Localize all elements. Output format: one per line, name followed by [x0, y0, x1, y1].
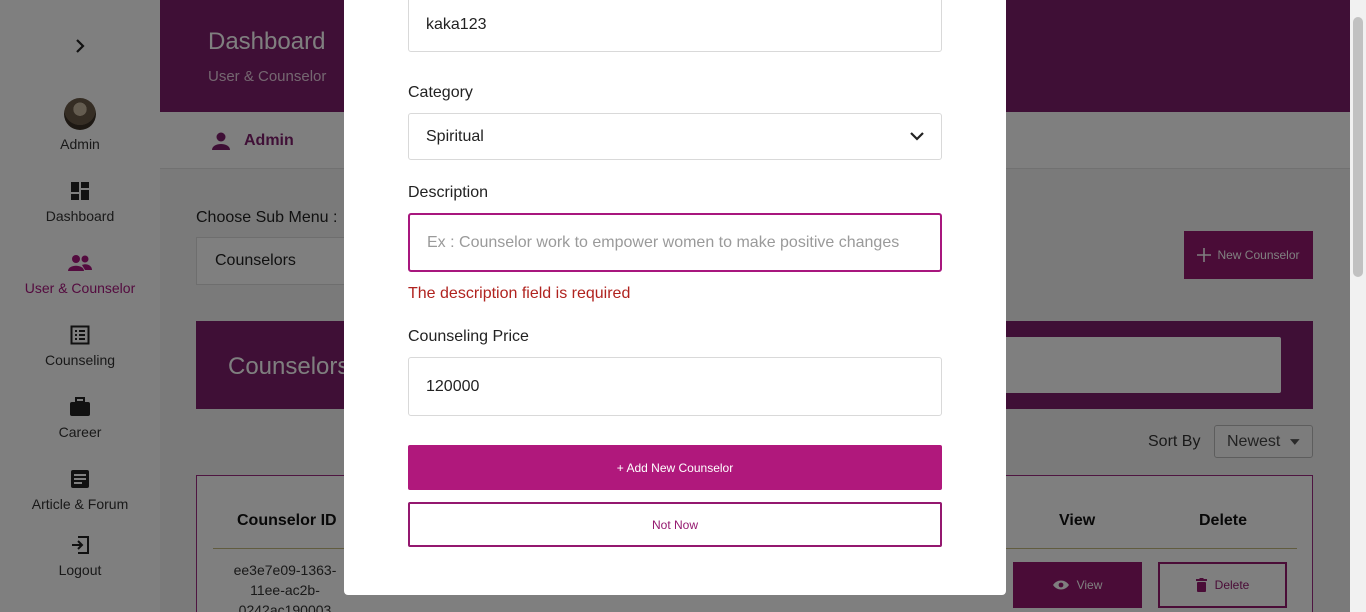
description-label: Description	[408, 184, 489, 201]
add-new-counselor-button[interactable]: + Add New Counselor	[408, 445, 942, 490]
not-now-button[interactable]: Not Now	[408, 502, 942, 547]
username-field[interactable]: kaka123	[408, 0, 942, 52]
description-field[interactable]: Ex : Counselor work to empower women to …	[408, 213, 942, 272]
price-value: 120000	[426, 377, 480, 395]
username-value: kaka123	[426, 16, 487, 33]
price-label: Counseling Price	[408, 328, 529, 345]
description-error: The description field is required	[408, 285, 631, 302]
scrollbar-thumb[interactable]	[1353, 17, 1363, 277]
category-select[interactable]: Spiritual	[408, 113, 942, 160]
add-counselor-modal: kaka123 Category Spiritual Description E…	[344, 0, 1006, 595]
chevron-down-icon	[910, 132, 924, 141]
description-placeholder: Ex : Counselor work to empower women to …	[427, 233, 900, 251]
category-label: Category	[408, 84, 473, 101]
category-value: Spiritual	[426, 127, 484, 145]
price-field[interactable]: 120000	[408, 357, 942, 416]
page-scrollbar[interactable]	[1350, 0, 1366, 612]
